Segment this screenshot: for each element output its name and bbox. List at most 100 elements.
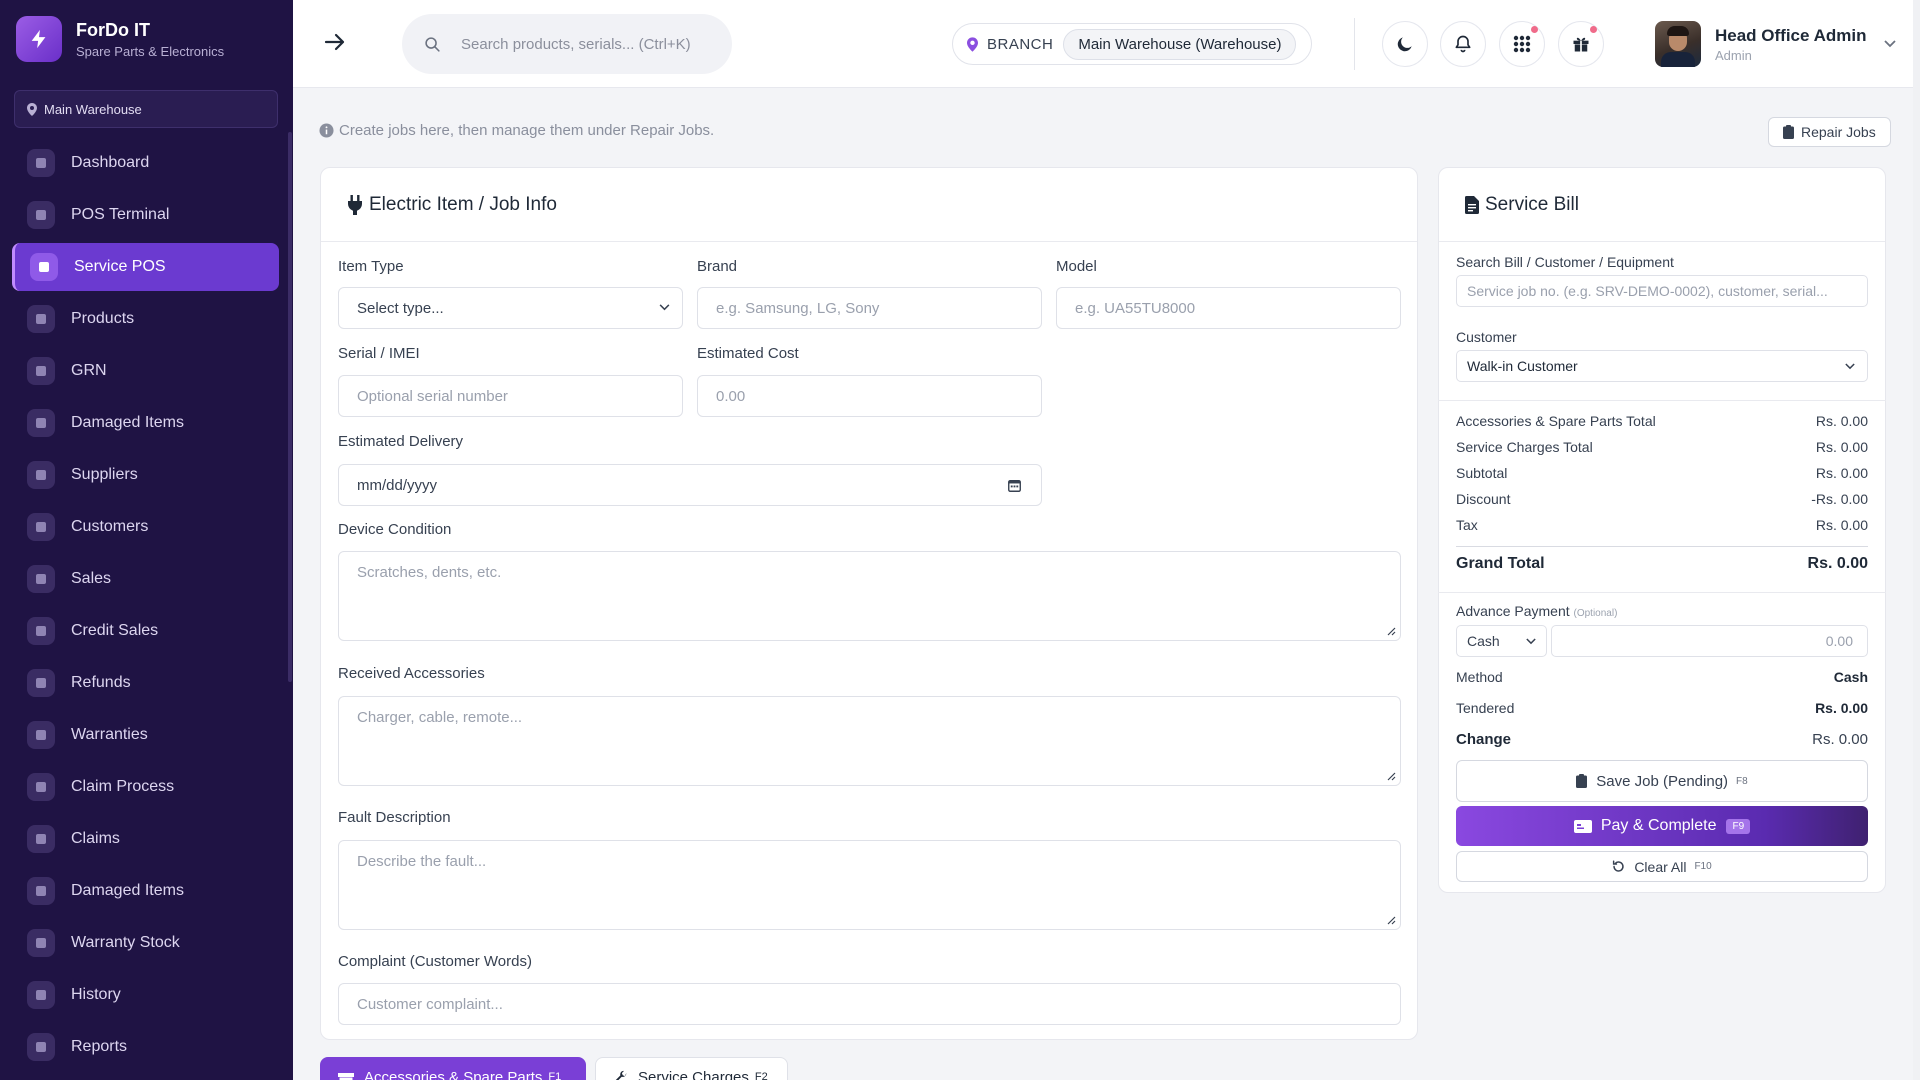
chevron-down-icon <box>1884 40 1897 48</box>
sidebar-item-customers[interactable]: Customers <box>12 503 279 551</box>
device-condition-textarea[interactable]: Scratches, dents, etc. <box>338 551 1401 641</box>
chevron-down-icon <box>1845 363 1855 370</box>
moon-icon <box>1397 37 1412 52</box>
notification-dot <box>1531 26 1538 33</box>
sidebar-item-label: Refunds <box>71 674 131 691</box>
estimated-delivery-input[interactable]: mm/dd/yyyy <box>338 464 1042 506</box>
advance-payment-title: Advance Payment <box>1456 603 1570 619</box>
method-row: Method Cash <box>1456 669 1868 685</box>
sidebar-item-label: Warranties <box>71 726 148 743</box>
sidebar-branch-selector[interactable]: Main Warehouse <box>14 90 278 128</box>
brand-input[interactable]: e.g. Samsung, LG, Sony <box>697 287 1042 329</box>
user-name: Head Office Admin <box>1715 25 1867 45</box>
brand-subtitle: Spare Parts & Electronics <box>76 44 225 59</box>
bill-row-label: Discount <box>1456 491 1511 507</box>
bill-row-label: Subtotal <box>1456 465 1508 481</box>
repair-jobs-button[interactable]: Repair Jobs <box>1768 117 1891 147</box>
apps-button[interactable] <box>1499 21 1545 67</box>
sidebar-item-dashboard[interactable]: Dashboard <box>12 139 279 187</box>
clear-all-button[interactable]: Clear All F10 <box>1456 851 1868 882</box>
item-type-select[interactable]: Select type... <box>338 287 683 329</box>
gifts-button[interactable] <box>1558 21 1604 67</box>
resize-grip-icon[interactable] <box>1386 626 1396 636</box>
notification-dot <box>1590 26 1597 33</box>
bill-row-label: Tax <box>1456 517 1478 533</box>
tab-accessories-spare-parts[interactable]: Accessories & Spare Parts F1 <box>320 1057 586 1080</box>
sidebar-item-label: Dashboard <box>71 154 150 171</box>
file-claim-icon <box>27 825 55 853</box>
fault-description-textarea[interactable]: Describe the fault... <box>338 840 1401 930</box>
sidebar-item-label: Credit Sales <box>71 622 159 639</box>
advance-method-value: Cash <box>1467 633 1500 649</box>
dark-mode-button[interactable] <box>1382 21 1428 67</box>
clipboard-icon <box>1576 774 1588 788</box>
sidebar-item-refunds[interactable]: Refunds <box>12 659 279 707</box>
bill-row-value: Rs. 0.00 <box>1815 413 1868 429</box>
calendar-icon[interactable] <box>1008 479 1021 492</box>
fault-description-label: Fault Description <box>338 809 451 826</box>
branch-value[interactable]: Main Warehouse (Warehouse) <box>1063 28 1297 60</box>
bolt-logo-icon <box>16 16 62 62</box>
sidebar-scrollbar[interactable] <box>288 132 292 682</box>
sidebar-item-grn[interactable]: GRN <box>12 347 279 395</box>
complaint-input[interactable]: Customer complaint... <box>338 983 1401 1025</box>
sidebar-item-history[interactable]: History <box>12 971 279 1019</box>
credit-card-icon <box>27 617 55 645</box>
sidebar-item-service-pos[interactable]: Service POS <box>12 243 279 291</box>
device-condition-placeholder: Scratches, dents, etc. <box>357 564 502 581</box>
sidebar-item-damaged-items[interactable]: Damaged Items <box>12 867 279 915</box>
sidebar-item-warranty-stock[interactable]: Warranty Stock <box>12 919 279 967</box>
method-value: Cash <box>1833 669 1868 685</box>
notifications-button[interactable] <box>1440 21 1486 67</box>
cash-icon <box>1573 819 1592 833</box>
repair-jobs-label: Repair Jobs <box>1801 124 1876 140</box>
sidebar-item-warranties[interactable]: Warranties <box>12 711 279 759</box>
job-info-title: Electric Item / Job Info <box>369 193 557 215</box>
resize-grip-icon[interactable] <box>1386 771 1396 781</box>
customer-select[interactable]: Walk-in Customer <box>1456 350 1868 382</box>
clipboard-check-icon <box>27 773 55 801</box>
bill-row-value: Rs. 0.00 <box>1815 465 1868 481</box>
sidebar-item-pos-terminal[interactable]: POS Terminal <box>12 191 279 239</box>
sidebar-item-label: Suppliers <box>71 466 138 483</box>
reports-icon <box>27 1033 55 1061</box>
sidebar-item-products[interactable]: Products <box>12 295 279 343</box>
advance-amount-input[interactable]: 0.00 <box>1551 625 1868 657</box>
sidebar: ForDo IT Spare Parts & Electronics Main … <box>0 0 293 1080</box>
brand[interactable]: ForDo IT Spare Parts & Electronics <box>16 16 224 62</box>
fault-description-placeholder: Describe the fault... <box>357 853 487 870</box>
bill-summary-row: Subtotal Rs. 0.00 <box>1456 465 1868 481</box>
box-icon <box>27 305 55 333</box>
received-accessories-textarea[interactable]: Charger, cable, remote... <box>338 696 1401 786</box>
serial-input[interactable]: Optional serial number <box>338 375 683 417</box>
pay-complete-button[interactable]: Pay & Complete F9 <box>1456 806 1868 846</box>
bill-search-input[interactable]: Service job no. (e.g. SRV-DEMO-0002), cu… <box>1456 275 1868 307</box>
grand-total-label: Grand Total <box>1456 555 1545 572</box>
advance-method-select[interactable]: Cash <box>1456 625 1547 657</box>
chart-pie-icon <box>27 149 55 177</box>
sidebar-item-credit-sales[interactable]: Credit Sales <box>12 607 279 655</box>
delivery-placeholder: mm/dd/yyyy <box>357 476 438 494</box>
tab-shortcut: F2 <box>754 1071 768 1080</box>
sidebar-item-claim-process[interactable]: Claim Process <box>12 763 279 811</box>
arrow-right-icon[interactable] <box>323 30 347 59</box>
sidebar-item-damaged-items[interactable]: Damaged Items <box>12 399 279 447</box>
page-scrollbar[interactable] <box>1913 0 1920 1080</box>
sidebar-item-sales[interactable]: Sales <box>12 555 279 603</box>
tab-service-charges[interactable]: Service Charges F2 <box>595 1057 788 1080</box>
device-condition-label: Device Condition <box>338 521 452 538</box>
branch-switcher[interactable]: BRANCH Main Warehouse (Warehouse) <box>952 23 1312 65</box>
sidebar-item-suppliers[interactable]: Suppliers <box>12 451 279 499</box>
resize-grip-icon[interactable] <box>1386 915 1396 925</box>
building-icon <box>27 461 55 489</box>
sidebar-item-claims[interactable]: Claims <box>12 815 279 863</box>
sidebar-item-reports[interactable]: Reports <box>12 1023 279 1071</box>
sidebar-item-label: Sales <box>71 570 112 587</box>
user-menu[interactable]: Head Office Admin Admin <box>1655 21 1897 67</box>
global-search-input[interactable]: Search products, serials... (Ctrl+K) <box>402 14 732 74</box>
bill-search-label: Search Bill / Customer / Equipment <box>1456 254 1674 270</box>
model-input[interactable]: e.g. UA55TU8000 <box>1056 287 1401 329</box>
wrench-icon <box>615 1070 627 1080</box>
save-job-button[interactable]: Save Job (Pending) F8 <box>1456 760 1868 802</box>
estimated-cost-input[interactable]: 0.00 <box>697 375 1042 417</box>
